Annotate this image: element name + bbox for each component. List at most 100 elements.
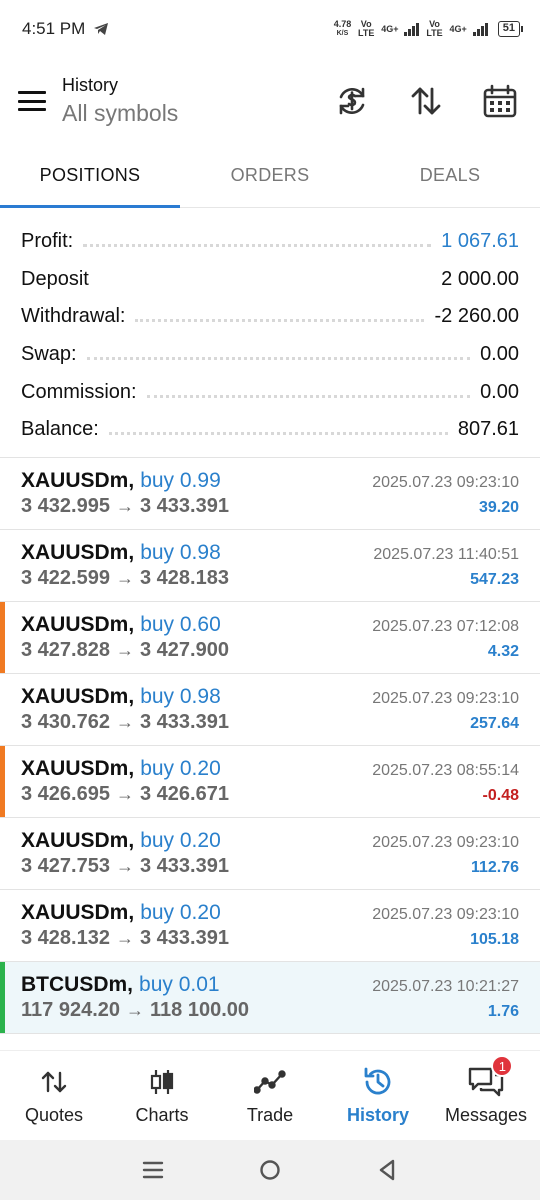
position-type: buy 0.20 (140, 828, 221, 852)
position-time: 2025.07.23 07:12:08 (372, 617, 519, 635)
close-price: 3 433.391 (139, 710, 229, 733)
dotted-leader (83, 244, 432, 248)
position-row[interactable]: XAUUSDm, buy 0.20 2025.07.23 09:23:10 3 42… (0, 889, 540, 962)
position-symbol: XAUUSDm, (21, 900, 135, 924)
position-type: buy 0.98 (140, 540, 221, 564)
arrow-right-icon: → (115, 495, 134, 516)
position-row[interactable]: BTCUSDm, buy 0.01 2025.07.23 10:21:27 117 … (0, 961, 540, 1034)
sim1-net: 4G+ (381, 24, 399, 34)
menu-icon[interactable] (18, 91, 46, 111)
withdrawal-value: -2 260.00 (434, 305, 519, 328)
nav-history[interactable]: History (324, 1051, 432, 1140)
deposit-value: 2 000.00 (441, 267, 519, 290)
summary-row-swap: Swap: 0.00 (21, 336, 519, 374)
trade-icon (254, 1065, 286, 1099)
position-time: 2025.07.23 10:21:27 (372, 977, 519, 995)
nav-history-label: History (346, 1105, 409, 1125)
position-symbol: BTCUSDm, (21, 972, 134, 996)
sim1-text: Vo LTE (358, 19, 375, 38)
position-row[interactable]: XAUUSDm, buy 0.98 2025.07.23 09:23:10 3 43… (0, 673, 540, 746)
close-price: 3 426.671 (139, 782, 229, 805)
net-speed: 4.78 K/S (334, 20, 352, 38)
position-type: buy 0.99 (140, 468, 221, 492)
position-profit: 547.23 (470, 570, 519, 588)
position-profit: 112.76 (470, 858, 519, 876)
close-price: 3 428.183 (139, 566, 229, 589)
position-row[interactable]: XAUUSDm, buy 0.20 2025.07.23 08:55:14 3 42… (0, 745, 540, 818)
tab-positions[interactable]: POSITIONS (0, 144, 180, 207)
nav-trade[interactable]: Trade (216, 1051, 324, 1140)
close-price: 3 427.900 (139, 638, 229, 661)
position-marker (0, 601, 5, 673)
summary-row-profit: Profit: 1 067.61 (21, 223, 519, 261)
summary-row-deposit: Deposit 2 000.00 (21, 261, 519, 299)
profit-value: 1 067.61 (441, 230, 519, 253)
nav-quotes[interactable]: Quotes (0, 1051, 108, 1140)
close-price: 3 433.391 (139, 494, 229, 517)
status-time: 4:51 PM (22, 19, 86, 38)
nav-trade-label: Trade (246, 1105, 294, 1125)
dotted-leader (146, 394, 471, 398)
bottom-nav: Quotes Charts Trade History 1 Messages (0, 1050, 540, 1140)
sim2-net: 4G+ (449, 24, 467, 34)
close-price: 3 433.391 (139, 926, 229, 949)
position-profit: 39.20 (478, 498, 519, 516)
home-icon[interactable] (255, 1155, 285, 1185)
net-speed-unit: K/S (336, 30, 349, 37)
signal-icon-2 (472, 22, 488, 36)
position-profit: 105.18 (470, 930, 519, 948)
dotted-leader (108, 432, 448, 436)
swap-value: 0.00 (480, 343, 519, 366)
deposit-label: Deposit (21, 267, 89, 290)
system-nav-bar (0, 1140, 540, 1200)
arrow-right-icon: → (115, 711, 134, 732)
summary-row-balance: Balance: 807.61 (21, 411, 519, 449)
telegram-icon (94, 23, 109, 35)
position-profit: -0.48 (482, 786, 519, 804)
position-row[interactable]: XAUUSDm, buy 0.99 2025.07.23 09:23:10 3 43… (0, 457, 540, 530)
position-symbol: XAUUSDm, (21, 756, 135, 780)
position-marker (0, 961, 5, 1033)
signal-icon (404, 22, 420, 36)
position-symbol: XAUUSDm, (21, 540, 135, 564)
commission-label: Commission: (21, 380, 137, 403)
open-price: 3 432.995 (21, 494, 110, 517)
position-symbol: XAUUSDm, (21, 468, 135, 492)
position-type: buy 0.20 (140, 756, 221, 780)
currency-exchange-icon[interactable] (334, 83, 370, 119)
tab-bar: POSITIONS ORDERS DEALS (0, 144, 540, 208)
tab-indicator (0, 205, 180, 208)
arrow-right-icon: → (115, 927, 134, 948)
app-header: History All symbols (0, 58, 540, 144)
symbol-filter[interactable]: All symbols (62, 100, 178, 127)
position-row[interactable]: XAUUSDm, buy 0.98 2025.07.23 11:40:51 3 42… (0, 529, 540, 602)
position-time: 2025.07.23 11:40:51 (373, 545, 519, 563)
arrow-right-icon: → (115, 567, 134, 588)
page-title: History (62, 75, 119, 95)
position-profit: 257.64 (470, 714, 519, 732)
commission-value: 0.00 (480, 380, 519, 403)
position-row[interactable]: XAUUSDm, buy 0.20 2025.07.23 09:23:10 3 42… (0, 817, 540, 890)
tab-deals[interactable]: DEALS (360, 144, 540, 207)
position-row[interactable]: XAUUSDm, buy 0.60 2025.07.23 07:12:08 3 42… (0, 601, 540, 674)
position-type: buy 0.01 (139, 972, 220, 996)
back-icon[interactable] (372, 1155, 402, 1185)
tab-orders[interactable]: ORDERS (180, 144, 360, 207)
recents-icon[interactable] (138, 1155, 168, 1185)
position-time: 2025.07.23 09:23:10 (372, 473, 519, 491)
position-profit: 4.32 (487, 642, 519, 660)
open-price: 3 422.599 (21, 566, 110, 589)
sort-icon[interactable] (408, 83, 444, 119)
position-symbol: XAUUSDm, (21, 684, 135, 708)
summary-row-commission: Commission: 0.00 (21, 373, 519, 411)
dotted-leader (86, 357, 471, 361)
open-price: 117 924.20 (21, 998, 120, 1021)
nav-messages[interactable]: 1 Messages (432, 1051, 540, 1140)
swap-label: Swap: (21, 343, 77, 366)
nav-charts[interactable]: Charts (108, 1051, 216, 1140)
position-time: 2025.07.23 08:55:14 (372, 761, 519, 779)
sim2-text: Vo LTE (426, 19, 443, 38)
calendar-icon[interactable] (482, 83, 518, 119)
header-actions (334, 83, 518, 119)
nav-charts-label: Charts (135, 1105, 189, 1125)
